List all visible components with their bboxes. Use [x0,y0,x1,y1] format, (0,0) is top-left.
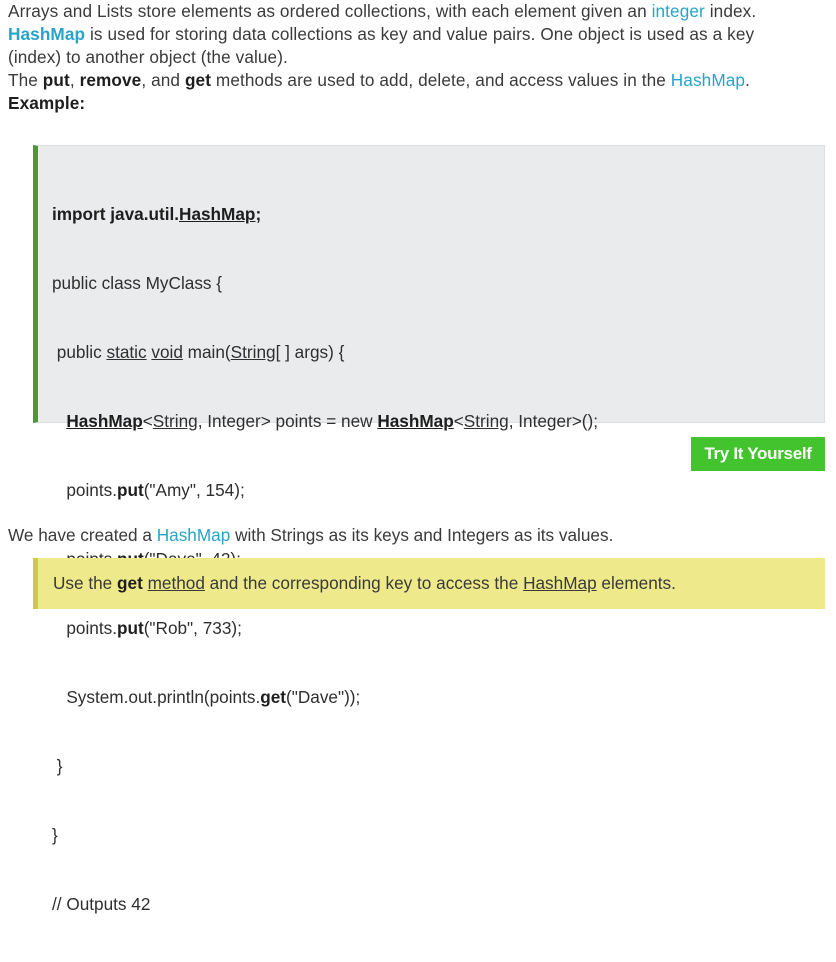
code-example-box: import java.util.HashMap; public class M… [33,145,825,914]
tip-segment: and the corresponding key to access the [204,573,524,593]
summary-segment: with Strings as its keys and Integers as… [230,525,614,545]
code-token: import java.util. [52,204,180,224]
code-token: < [142,411,153,431]
tip-segment: elements. [596,573,676,593]
code-token: , Integer> points = new [197,411,378,431]
remove-keyword: remove [79,70,142,90]
code-token: ; [255,204,262,224]
code-token: public [52,342,107,362]
intro-text: index. [704,1,757,21]
intro-text: The [8,70,43,90]
intro-text: , and [141,70,185,90]
code-token: System.out.println(points. [52,687,261,707]
string-code-link[interactable]: String [153,411,198,431]
try-it-yourself-button[interactable]: Try It Yourself [691,437,825,471]
code-token: main( [182,342,231,362]
example-heading: Example: [8,93,86,113]
intro-text: methods are used to add, delete, and acc… [211,70,671,90]
hashmap-code-link[interactable]: HashMap [66,411,142,431]
code-token: ("Dave")); [286,687,361,707]
code-line: System.out.println(points.get("Dave")); [52,686,598,709]
code-line: import java.util.HashMap; [52,203,598,226]
code-comment: // Outputs 42 [52,894,151,914]
code-token: , Integer>(); [508,411,599,431]
hashmap-link[interactable]: HashMap [671,70,745,90]
intro-text: , [69,70,80,90]
code-line: points.put("Rob", 733); [52,617,598,640]
example-label: Example: [8,92,836,115]
code-token: points. [52,618,117,638]
code-line: } [52,756,63,776]
hashmap-term[interactable]: HashMap [8,24,85,44]
hashmap-link[interactable]: HashMap [523,573,597,593]
code-line: public static void main(String[ ] args) … [52,341,598,364]
tip-box: Use the get method and the corresponding… [33,558,825,609]
get-keyword: get [184,70,212,90]
code-token: put [116,618,144,638]
intro-paragraph-2-cont: (index) to another object (the value). [8,47,288,67]
code-token: get [260,687,287,707]
intro-paragraph-2: HashMap is used for storing data collect… [8,23,836,46]
intro-text: Arrays and Lists store elements as order… [8,1,652,21]
code-line: public class MyClass { [52,273,223,293]
string-code-link[interactable]: String [231,342,276,362]
code-token: < [453,411,464,431]
code-token: ("Rob", 733); [143,618,242,638]
hashmap-link[interactable]: HashMap [157,525,231,545]
tip-segment: Use the [53,573,118,593]
code-line: HashMap<String, Integer> points = new Ha… [52,410,598,433]
code-line: points.put("Amy", 154); [52,479,598,502]
string-code-link[interactable]: String [464,411,509,431]
method-link[interactable]: method [148,573,205,593]
void-code-link[interactable]: void [151,342,183,362]
get-keyword: get [117,573,143,593]
code-line: } [52,825,58,845]
code-token: ("Amy", 154); [143,480,245,500]
summary-text: We have created a HashMap with Strings a… [8,524,613,547]
summary-segment: We have created a [8,525,157,545]
code-token: points. [52,480,117,500]
intro-text: . [745,70,750,90]
lesson-intro: Arrays and Lists store elements as order… [8,0,836,115]
integer-link[interactable]: integer [652,1,705,21]
put-keyword: put [42,70,70,90]
static-code-link[interactable]: static [106,342,146,362]
intro-paragraph-3: The put, remove, and get methods are use… [8,69,836,92]
code-token: put [116,480,144,500]
code-token: [ ] args) { [275,342,345,362]
hashmap-code-link[interactable]: HashMap [377,411,453,431]
intro-paragraph-1: Arrays and Lists store elements as order… [8,0,836,23]
intro-text: is used for storing data collections as … [85,24,755,44]
tip-text: Use the get method and the corresponding… [53,572,676,595]
hashmap-code-link[interactable]: HashMap [179,204,255,224]
